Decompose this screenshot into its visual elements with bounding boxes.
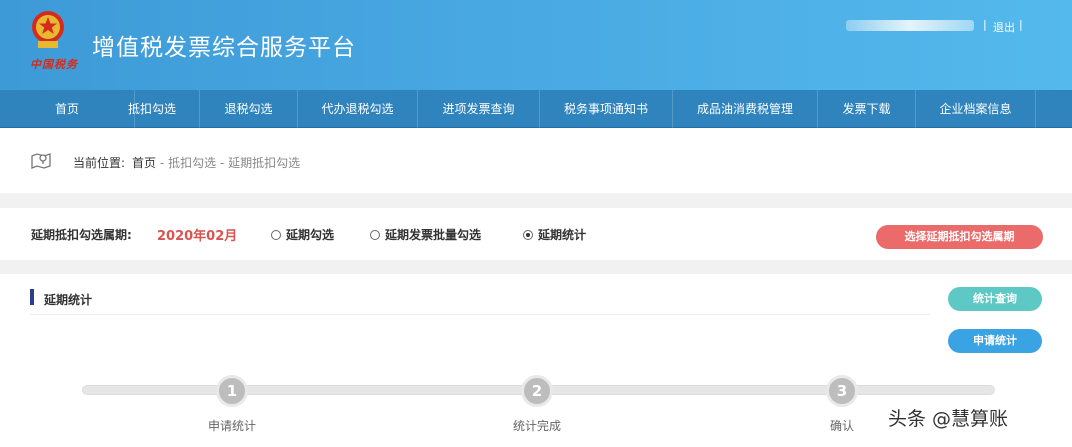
radio-deferred-stats[interactable]: 延期统计: [523, 226, 586, 243]
nav-item-deduction-select[interactable]: 抵扣勾选: [105, 90, 200, 128]
radio-button-icon[interactable]: [271, 230, 281, 240]
top-header: 中国税务 增值税发票综合服务平台 | 退出 |: [0, 0, 1072, 90]
apply-stats-button[interactable]: 申请统计: [948, 329, 1042, 353]
national-emblem-icon: [32, 11, 64, 48]
radio-button-icon[interactable]: [370, 230, 380, 240]
stats-query-button[interactable]: 统计查询: [948, 287, 1042, 311]
radio-deferred-batch-select[interactable]: 延期发票批量勾选: [370, 226, 481, 243]
period-filter-bar: 延期抵扣勾选属期: 2020年02月 延期勾选 延期发票批量勾选 延期统计 选择…: [0, 208, 1072, 260]
watermark-text: 头条 @慧算账: [888, 408, 1009, 430]
breadcrumb-path: - 抵扣勾选 - 延期抵扣勾选: [160, 156, 301, 170]
breadcrumb: 当前位置: 首页 - 抵扣勾选 - 延期抵扣勾选: [0, 128, 1072, 193]
step-3-label: 确认: [829, 419, 854, 433]
nav-item-refund-select[interactable]: 退税勾选: [200, 90, 298, 128]
period-value: 2020年02月: [157, 229, 238, 244]
radio-label: 延期统计: [538, 228, 587, 242]
nav-item-agent-refund-select[interactable]: 代办退税勾选: [298, 90, 418, 128]
radio-deferred-select[interactable]: 延期勾选: [271, 226, 334, 243]
nav-item-fuel-tax[interactable]: 成品油消费税管理: [673, 90, 818, 128]
logout-link[interactable]: 退出: [993, 19, 1015, 35]
tax-logo-script: 中国税务: [30, 58, 78, 71]
step-2-circle: 2: [521, 375, 553, 407]
divider: [30, 314, 930, 315]
radio-button-checked-icon[interactable]: [523, 230, 533, 240]
step-3-circle: 3: [826, 375, 858, 407]
section-accent-bar: [30, 289, 34, 305]
breadcrumb-label: 当前位置:: [73, 156, 126, 170]
step-1-label: 申请统计: [207, 419, 256, 433]
main-nav: 首页 抵扣勾选 退税勾选 代办退税勾选 进项发票查询 税务事项通知书 成品油消费…: [0, 90, 1072, 128]
nav-item-tax-notice[interactable]: 税务事项通知书: [540, 90, 673, 128]
radio-label: 延期勾选: [286, 228, 335, 242]
site-title: 增值税发票综合服务平台: [92, 35, 356, 61]
breadcrumb-home-link[interactable]: 首页: [132, 154, 156, 171]
header-separator: |: [1019, 18, 1023, 31]
step-2-label: 统计完成: [512, 419, 561, 433]
user-name-blurred: [846, 20, 974, 31]
header-separator: |: [983, 18, 987, 31]
nav-item-invoice-download[interactable]: 发票下载: [818, 90, 916, 128]
nav-item-company-profile[interactable]: 企业档案信息: [916, 90, 1036, 128]
step-1-circle: 1: [216, 375, 248, 407]
select-period-button[interactable]: 选择延期抵扣勾选属期: [876, 225, 1043, 249]
map-location-icon: [31, 153, 51, 169]
nav-item-input-invoice-query[interactable]: 进项发票查询: [418, 90, 540, 128]
section-title: 延期统计: [44, 293, 93, 307]
period-label: 延期抵扣勾选属期:: [31, 228, 132, 242]
radio-label: 延期发票批量勾选: [385, 228, 482, 242]
